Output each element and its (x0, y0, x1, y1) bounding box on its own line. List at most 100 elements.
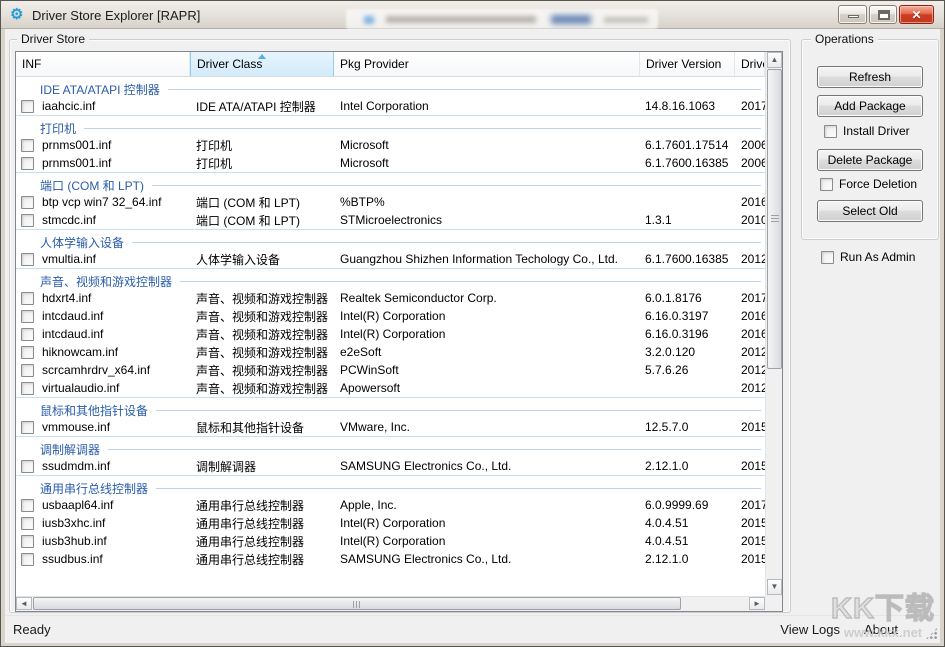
close-icon: ✕ (900, 6, 933, 24)
cell-pkg-provider: Microsoft (334, 156, 640, 170)
row-checkbox[interactable] (21, 364, 34, 377)
column-header-driver-date[interactable]: Drive (735, 52, 765, 76)
table-row[interactable]: vmmouse.inf鼠标和其他指针设备VMware, Inc.12.5.7.0… (16, 418, 765, 436)
cell-driver-version: 6.0.1.8176 (640, 291, 735, 305)
inf-filename: vmmouse.inf (42, 420, 110, 434)
row-checkbox[interactable] (21, 100, 34, 113)
table-row[interactable]: iusb3xhc.inf通用串行总线控制器Intel(R) Corporatio… (16, 514, 765, 532)
vertical-scroll-thumb[interactable] (767, 69, 782, 369)
scroll-left-icon[interactable]: ◄ (16, 597, 32, 610)
cell-driver-date: 2006- (735, 156, 765, 170)
scrollbar-corner (765, 596, 782, 611)
horizontal-scroll-thumb[interactable] (33, 597, 681, 610)
scroll-up-icon[interactable]: ▲ (767, 52, 782, 68)
table-row[interactable]: prnms001.inf打印机Microsoft6.1.7601.1751420… (16, 136, 765, 154)
row-checkbox[interactable] (21, 421, 34, 434)
row-checkbox[interactable] (21, 499, 34, 512)
cell-driver-version: 6.0.9999.69 (640, 498, 735, 512)
group-header-label: 声音、视频和游戏控制器 (40, 273, 172, 290)
cell-driver-date: 2012- (735, 363, 765, 377)
cell-driver-date: 2015- (735, 516, 765, 530)
install-driver-option[interactable]: Install Driver (824, 124, 910, 138)
row-checkbox[interactable] (21, 535, 34, 548)
horizontal-scrollbar[interactable]: ◄ ► (16, 596, 765, 611)
group-header: 通用串行总线控制器 (16, 476, 765, 496)
column-header-driver-class[interactable]: Driver Class (190, 52, 334, 76)
cell-driver-class: 声音、视频和游戏控制器 (190, 308, 334, 325)
row-checkbox[interactable] (21, 553, 34, 566)
table-row[interactable]: ssudmdm.inf调制解调器SAMSUNG Electronics Co.,… (16, 457, 765, 475)
row-checkbox[interactable] (21, 517, 34, 530)
delete-package-button[interactable]: Delete Package (817, 149, 923, 171)
cell-inf: stmcdc.inf (16, 213, 190, 227)
row-checkbox[interactable] (21, 253, 34, 266)
about-link[interactable]: About (864, 622, 898, 637)
row-checkbox[interactable] (21, 328, 34, 341)
row-checkbox[interactable] (21, 346, 34, 359)
table-row[interactable]: virtualaudio.inf声音、视频和游戏控制器Apowersoft201… (16, 379, 765, 397)
operations-groupbox: Refresh Add Package Install Driver Delet… (801, 39, 939, 240)
row-checkbox[interactable] (21, 310, 34, 323)
cell-pkg-provider: %BTP% (334, 195, 640, 209)
cell-driver-version: 4.0.4.51 (640, 534, 735, 548)
row-checkbox[interactable] (21, 382, 34, 395)
table-row[interactable]: hdxrt4.inf声音、视频和游戏控制器Realtek Semiconduct… (16, 289, 765, 307)
vertical-scrollbar[interactable]: ▲ ▼ (765, 52, 782, 596)
cell-inf: vmultia.inf (16, 252, 190, 266)
column-header-inf[interactable]: INF (16, 52, 190, 76)
group-header-line (180, 281, 761, 282)
row-checkbox[interactable] (21, 460, 34, 473)
table-row[interactable]: btp vcp win7 32_64.inf端口 (COM 和 LPT)%BTP… (16, 193, 765, 211)
scroll-down-icon[interactable]: ▼ (767, 579, 782, 595)
inf-filename: iusb3xhc.inf (42, 516, 105, 530)
table-row[interactable]: stmcdc.inf端口 (COM 和 LPT)STMicroelectroni… (16, 211, 765, 229)
row-checkbox[interactable] (21, 196, 34, 209)
add-package-button[interactable]: Add Package (817, 95, 923, 117)
cell-pkg-provider: e2eSoft (334, 345, 640, 359)
cell-driver-date: 2015- (735, 420, 765, 434)
driver-table[interactable]: INF Driver Class Pkg Provider Driver Ver… (15, 51, 783, 612)
column-header-driver-version[interactable]: Driver Version (640, 52, 735, 76)
row-checkbox[interactable] (21, 292, 34, 305)
cell-driver-date: 2015- (735, 534, 765, 548)
title-bar[interactable]: ⚙ Driver Store Explorer [RAPR] ✕ (1, 1, 944, 29)
table-row[interactable]: usbaapl64.inf通用串行总线控制器Apple, Inc.6.0.999… (16, 496, 765, 514)
table-row[interactable]: iaahcic.infIDE ATA/ATAPI 控制器Intel Corpor… (16, 97, 765, 115)
row-checkbox[interactable] (21, 214, 34, 227)
run-as-admin-option[interactable]: Run As Admin (821, 250, 915, 264)
table-row[interactable]: vmultia.inf人体学输入设备Guangzhou Shizhen Info… (16, 250, 765, 268)
inf-filename: intcdaud.inf (42, 327, 103, 341)
table-row[interactable]: intcdaud.inf声音、视频和游戏控制器Intel(R) Corporat… (16, 307, 765, 325)
table-row[interactable]: ssudbus.inf通用串行总线控制器SAMSUNG Electronics … (16, 550, 765, 568)
group-header: 鼠标和其他指针设备 (16, 398, 765, 418)
close-button[interactable]: ✕ (899, 5, 934, 24)
row-checkbox[interactable] (21, 139, 34, 152)
table-row[interactable]: hiknowcam.inf声音、视频和游戏控制器e2eSoft3.2.0.120… (16, 343, 765, 361)
run-as-admin-checkbox[interactable] (821, 251, 834, 264)
install-driver-label: Install Driver (843, 124, 910, 138)
group-header-label: 人体学输入设备 (40, 234, 124, 251)
force-deletion-checkbox[interactable] (820, 178, 833, 191)
force-deletion-option[interactable]: Force Deletion (820, 177, 917, 191)
table-row[interactable]: iusb3hub.inf通用串行总线控制器Intel(R) Corporatio… (16, 532, 765, 550)
table-row[interactable]: scrcamhrdrv_x64.inf声音、视频和游戏控制器PCWinSoft5… (16, 361, 765, 379)
cell-driver-version: 6.16.0.3197 (640, 309, 735, 323)
maximize-button[interactable] (869, 5, 897, 24)
cell-pkg-provider: Intel(R) Corporation (334, 327, 640, 341)
table-row[interactable]: prnms001.inf打印机Microsoft6.1.7600.1638520… (16, 154, 765, 172)
refresh-button[interactable]: Refresh (817, 66, 923, 88)
install-driver-checkbox[interactable] (824, 125, 837, 138)
row-checkbox[interactable] (21, 157, 34, 170)
minimize-button[interactable] (838, 5, 867, 24)
select-old-button[interactable]: Select Old (817, 200, 923, 222)
view-logs-link[interactable]: View Logs (780, 622, 840, 637)
cell-pkg-provider: Microsoft (334, 138, 640, 152)
table-row[interactable]: intcdaud.inf声音、视频和游戏控制器Intel(R) Corporat… (16, 325, 765, 343)
group-header-line (84, 128, 761, 129)
cell-driver-class: 调制解调器 (190, 458, 334, 475)
status-bar: Ready View Logs About (5, 615, 940, 643)
group-header-line (156, 410, 761, 411)
column-header-pkg-provider[interactable]: Pkg Provider (334, 52, 640, 76)
cell-driver-date: 2006- (735, 138, 765, 152)
scroll-right-icon[interactable]: ► (749, 597, 765, 610)
